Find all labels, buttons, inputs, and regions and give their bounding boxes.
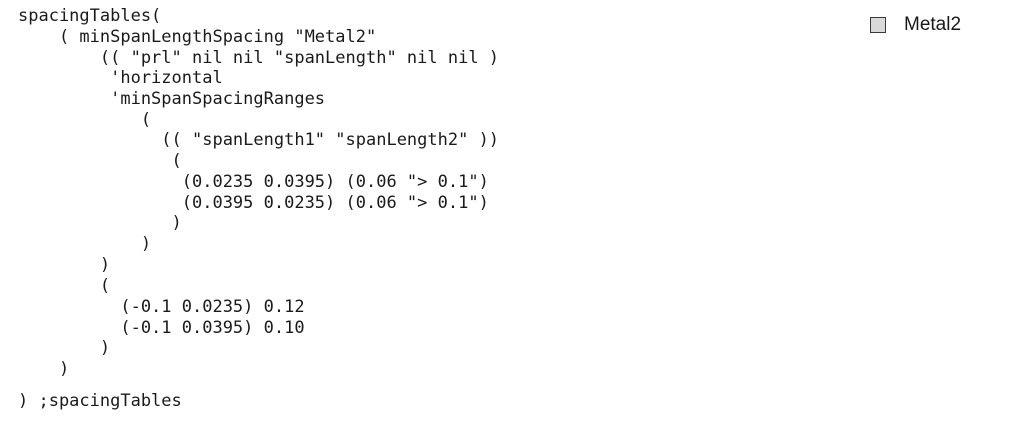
code-line: (	[18, 110, 152, 130]
code-line: 'minSpanSpacingRanges	[18, 89, 326, 109]
code-line: )	[18, 255, 111, 275]
legend-swatch	[870, 17, 886, 33]
code-line: (( "prl" nil nil "spanLength" nil nil )	[18, 48, 500, 68]
code-line: (-0.1 0.0395) 0.10	[18, 318, 305, 338]
code-line: (	[18, 276, 111, 296]
code-line: (0.0235 0.0395) (0.06 "> 0.1")	[18, 172, 489, 192]
legend-label: Metal2	[904, 14, 962, 35]
code-line: (	[18, 151, 182, 171]
code-line: 'horizontal	[18, 68, 223, 88]
code-line: )	[18, 359, 70, 379]
code-block: spacingTables( ( minSpanLengthSpacing "M…	[0, 0, 1013, 446]
code-line: spacingTables(	[18, 6, 162, 26]
code-line: (( "spanLength1" "spanLength2" ))	[18, 130, 500, 150]
legend: Metal2	[870, 14, 961, 36]
code-line: )	[18, 234, 152, 254]
code-line: )	[18, 213, 182, 233]
code-line: (-0.1 0.0235) 0.12	[18, 297, 305, 317]
code-line: ) ;spacingTables	[18, 391, 182, 411]
code-line: ( minSpanLengthSpacing "Metal2"	[18, 27, 377, 47]
code-line: (0.0395 0.0235) (0.06 "> 0.1")	[18, 193, 489, 213]
code-line: )	[18, 338, 111, 358]
